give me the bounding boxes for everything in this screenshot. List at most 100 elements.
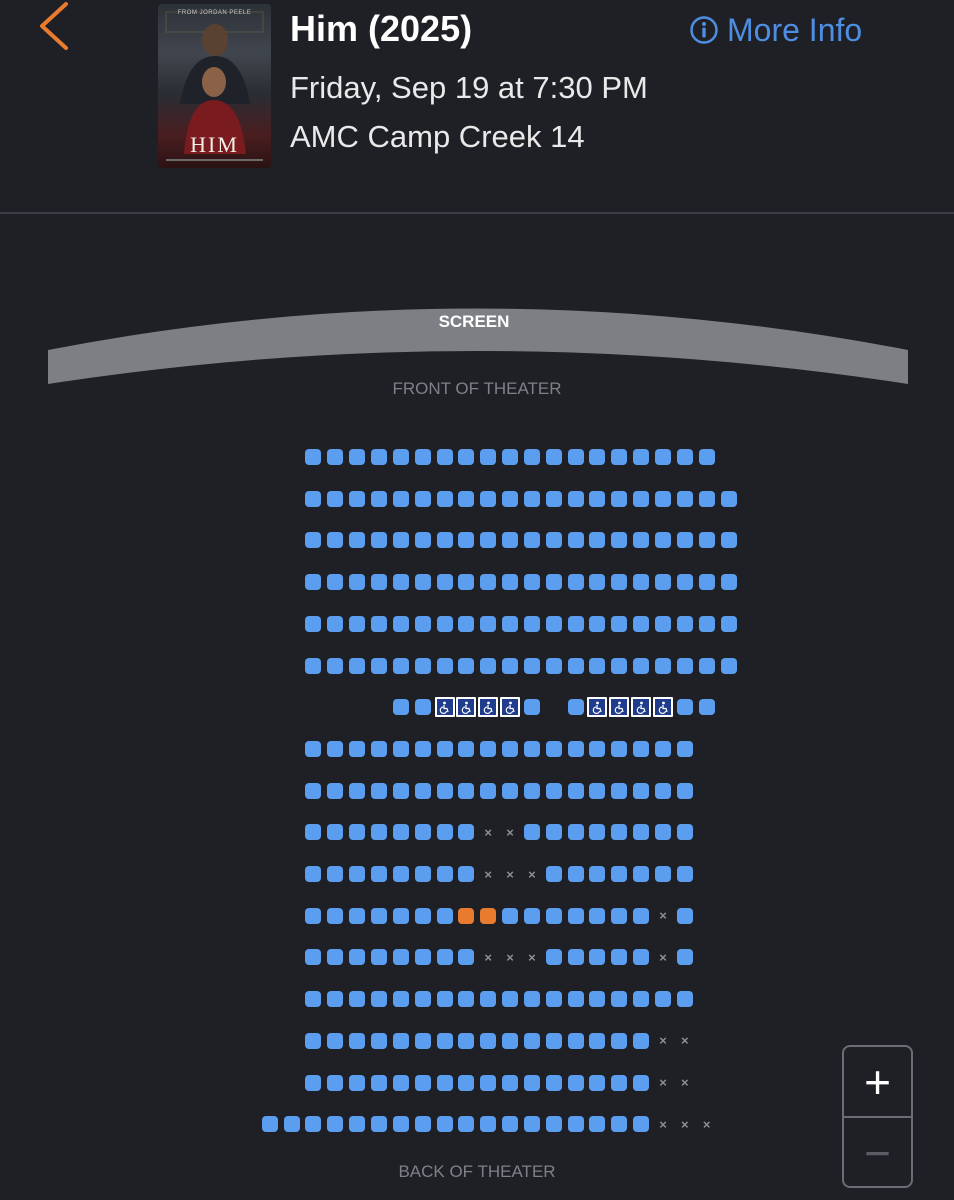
seat-available[interactable] — [720, 490, 737, 507]
seat-available[interactable] — [567, 657, 584, 674]
seat-available[interactable] — [349, 907, 366, 924]
seat-available[interactable] — [327, 1032, 344, 1049]
seat-available[interactable] — [480, 449, 497, 465]
seat-selected[interactable] — [480, 907, 497, 924]
seat-available[interactable] — [611, 615, 628, 632]
seat-available[interactable] — [458, 615, 475, 632]
seat-available[interactable] — [414, 699, 431, 716]
seat-available[interactable] — [458, 1116, 475, 1133]
seat-available[interactable] — [545, 574, 562, 591]
seat-available[interactable] — [370, 907, 387, 924]
seat-available[interactable] — [589, 740, 606, 757]
seat-available[interactable] — [349, 1116, 366, 1133]
seat-available[interactable] — [305, 824, 322, 841]
seat-available[interactable] — [414, 824, 431, 841]
seat-available[interactable] — [611, 949, 628, 966]
seat-available[interactable] — [633, 657, 650, 674]
seat-available[interactable] — [458, 657, 475, 674]
seat-available[interactable] — [414, 532, 431, 549]
seat-available[interactable] — [480, 1032, 497, 1049]
seat-available[interactable] — [611, 740, 628, 757]
seat-available[interactable] — [349, 574, 366, 591]
seat-available[interactable] — [698, 449, 715, 465]
seat-available[interactable] — [720, 574, 737, 591]
seat-available[interactable] — [589, 1074, 606, 1091]
seat-available[interactable] — [523, 574, 540, 591]
seat-available[interactable] — [480, 1116, 497, 1133]
seat-available[interactable] — [480, 740, 497, 757]
seat-available[interactable] — [392, 991, 409, 1008]
seat-available[interactable] — [523, 449, 540, 465]
seat-available[interactable] — [458, 866, 475, 882]
seat-available[interactable] — [676, 490, 693, 507]
seat-available[interactable] — [633, 824, 650, 841]
seat-available[interactable] — [327, 574, 344, 591]
seat-available[interactable] — [633, 782, 650, 799]
seat-wheelchair[interactable] — [653, 697, 673, 718]
seat-wheelchair[interactable] — [587, 697, 608, 718]
seat-available[interactable] — [523, 991, 540, 1008]
seat-available[interactable] — [698, 574, 715, 591]
seat-available[interactable] — [545, 532, 562, 549]
seat-available[interactable] — [327, 449, 344, 465]
seat-available[interactable] — [589, 907, 606, 924]
seat-available[interactable] — [545, 615, 562, 632]
seat-available[interactable] — [502, 490, 519, 507]
seat-available[interactable] — [611, 657, 628, 674]
seat-available[interactable] — [327, 824, 344, 841]
seat-available[interactable] — [370, 1032, 387, 1049]
seat-available[interactable] — [458, 991, 475, 1008]
seat-available[interactable] — [392, 1116, 409, 1133]
more-info-button[interactable]: More Info — [689, 10, 862, 50]
seat-available[interactable] — [414, 907, 431, 924]
seat-available[interactable] — [655, 532, 671, 549]
seat-available[interactable] — [392, 1074, 409, 1091]
seat-available[interactable] — [567, 699, 584, 716]
seat-available[interactable] — [502, 740, 519, 757]
seat-available[interactable] — [458, 740, 475, 757]
seat-available[interactable] — [458, 449, 475, 465]
seat-available[interactable] — [611, 907, 628, 924]
seat-available[interactable] — [436, 740, 453, 757]
seat-available[interactable] — [523, 490, 540, 507]
seat-available[interactable] — [633, 949, 650, 966]
seat-available[interactable] — [633, 490, 650, 507]
seat-available[interactable] — [480, 574, 497, 591]
back-button[interactable] — [36, 0, 76, 56]
seat-available[interactable] — [676, 824, 693, 841]
seat-available[interactable] — [502, 615, 519, 632]
seat-available[interactable] — [349, 782, 366, 799]
seat-available[interactable] — [327, 782, 344, 799]
seat-available[interactable] — [414, 1116, 431, 1133]
seat-available[interactable] — [698, 490, 715, 507]
seat-available[interactable] — [720, 657, 737, 674]
seat-available[interactable] — [589, 532, 606, 549]
seat-available[interactable] — [655, 574, 671, 591]
seat-available[interactable] — [523, 699, 540, 716]
seat-available[interactable] — [327, 1074, 344, 1091]
seat-available[interactable] — [567, 574, 584, 591]
seat-available[interactable] — [676, 615, 693, 632]
seat-available[interactable] — [458, 574, 475, 591]
seat-available[interactable] — [545, 907, 562, 924]
seat-available[interactable] — [611, 574, 628, 591]
seat-available[interactable] — [414, 866, 431, 882]
seat-available[interactable] — [392, 782, 409, 799]
seat-available[interactable] — [392, 866, 409, 882]
seat-available[interactable] — [720, 615, 737, 632]
seat-available[interactable] — [676, 740, 693, 757]
seat-available[interactable] — [611, 866, 628, 882]
seat-available[interactable] — [327, 949, 344, 966]
seat-available[interactable] — [502, 907, 519, 924]
seat-available[interactable] — [589, 1032, 606, 1049]
seat-available[interactable] — [414, 949, 431, 966]
seat-available[interactable] — [261, 1116, 278, 1133]
seat-available[interactable] — [633, 1032, 650, 1049]
seat-available[interactable] — [327, 991, 344, 1008]
seat-available[interactable] — [698, 657, 715, 674]
seat-available[interactable] — [349, 449, 366, 465]
seat-available[interactable] — [480, 532, 497, 549]
seat-available[interactable] — [676, 991, 693, 1008]
seat-available[interactable] — [523, 782, 540, 799]
seat-available[interactable] — [545, 490, 562, 507]
